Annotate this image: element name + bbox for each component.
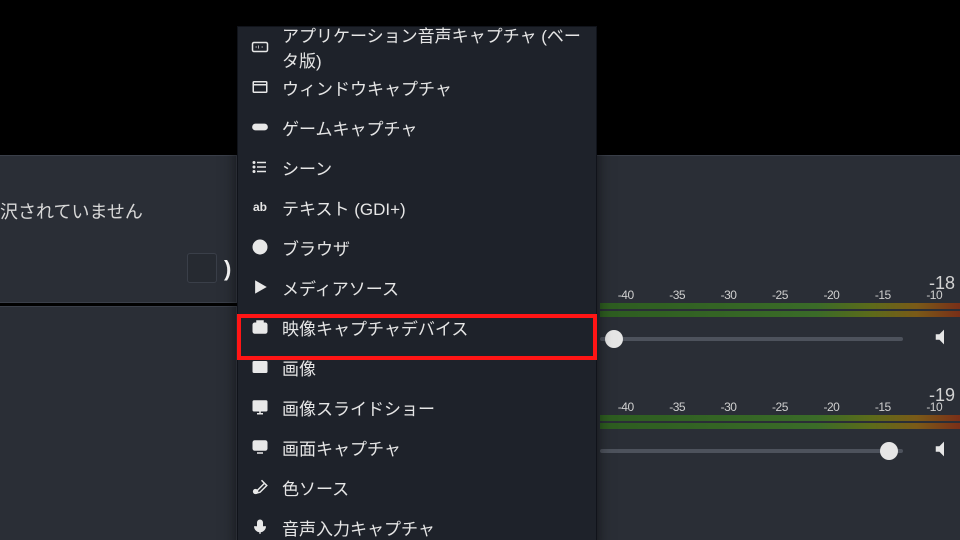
slideshow-icon	[250, 397, 270, 417]
mixer-meter: -40-35-30-25-20-15-10	[600, 303, 960, 320]
menu-item-app-audio[interactable]: アプリケーション音声キャプチャ (ベータ版)	[238, 27, 596, 67]
menu-item-game-capture[interactable]: ゲームキャプチャ	[238, 107, 596, 147]
volume-slider-2[interactable]	[600, 449, 903, 453]
mute-button-2[interactable]	[933, 438, 955, 465]
volume-slider-1[interactable]	[600, 337, 903, 341]
no-source-selected-label: 沢されていません	[0, 198, 170, 224]
camera-icon	[250, 317, 270, 337]
list-icon	[250, 157, 270, 177]
menu-item-audio-input[interactable]: 音声入力キャプチャ	[238, 507, 596, 540]
menu-label: メディアソース	[282, 275, 399, 300]
menu-label: テキスト (GDI+)	[282, 195, 406, 220]
menu-item-text[interactable]: ab テキスト (GDI+)	[238, 187, 596, 227]
menu-label: アプリケーション音声キャプチャ (ベータ版)	[282, 22, 584, 72]
menu-item-image[interactable]: 画像	[238, 347, 596, 387]
menu-label: ブラウザ	[282, 235, 350, 260]
menu-item-color-source[interactable]: 色ソース	[238, 467, 596, 507]
play-icon	[250, 277, 270, 297]
scene-letters: o i	[0, 320, 50, 412]
mixer-channel-1: -18 -40-35-30-25-20-15-10	[600, 273, 960, 358]
properties-button[interactable]	[187, 253, 217, 283]
microphone-icon	[250, 517, 270, 537]
add-source-menu: アプリケーション音声キャプチャ (ベータ版) ウィンドウキャプチャ ゲームキャプ…	[237, 26, 597, 540]
volume-knob[interactable]	[605, 330, 623, 348]
menu-item-scene[interactable]: シーン	[238, 147, 596, 187]
menu-item-image-slideshow[interactable]: 画像スライドショー	[238, 387, 596, 427]
menu-label: 音声入力キャプチャ	[282, 515, 435, 540]
menu-label: 画像スライドショー	[282, 395, 435, 420]
menu-item-window-capture[interactable]: ウィンドウキャプチャ	[238, 67, 596, 107]
menu-item-video-capture-device[interactable]: 映像キャプチャデバイス	[238, 307, 596, 347]
menu-item-display-capture[interactable]: 画面キャプチャ	[238, 427, 596, 467]
globe-icon	[250, 237, 270, 257]
gamepad-icon	[250, 117, 270, 137]
brush-icon	[250, 477, 270, 497]
menu-label: 画面キャプチャ	[282, 435, 401, 460]
sources-header-trunc: )	[224, 256, 231, 282]
text-icon: ab	[250, 197, 270, 217]
audio-capture-icon	[250, 37, 270, 57]
menu-label: 画像	[282, 355, 316, 380]
menu-label: シーン	[282, 155, 332, 180]
menu-label: ゲームキャプチャ	[282, 115, 417, 140]
menu-item-browser[interactable]: ブラウザ	[238, 227, 596, 267]
menu-label: 色ソース	[282, 475, 349, 500]
menu-label: 映像キャプチャデバイス	[282, 315, 468, 340]
image-icon	[250, 357, 270, 377]
menu-label: ウィンドウキャプチャ	[282, 75, 452, 100]
mute-button-1[interactable]	[933, 326, 955, 353]
mixer-channel-2: -19 -40-35-30-25-20-15-10	[600, 385, 960, 470]
menu-item-media-source[interactable]: メディアソース	[238, 267, 596, 307]
mixer-meter: -40-35-30-25-20-15-10	[600, 415, 960, 432]
window-icon	[250, 77, 270, 97]
monitor-icon	[250, 437, 270, 457]
volume-knob[interactable]	[880, 442, 898, 460]
